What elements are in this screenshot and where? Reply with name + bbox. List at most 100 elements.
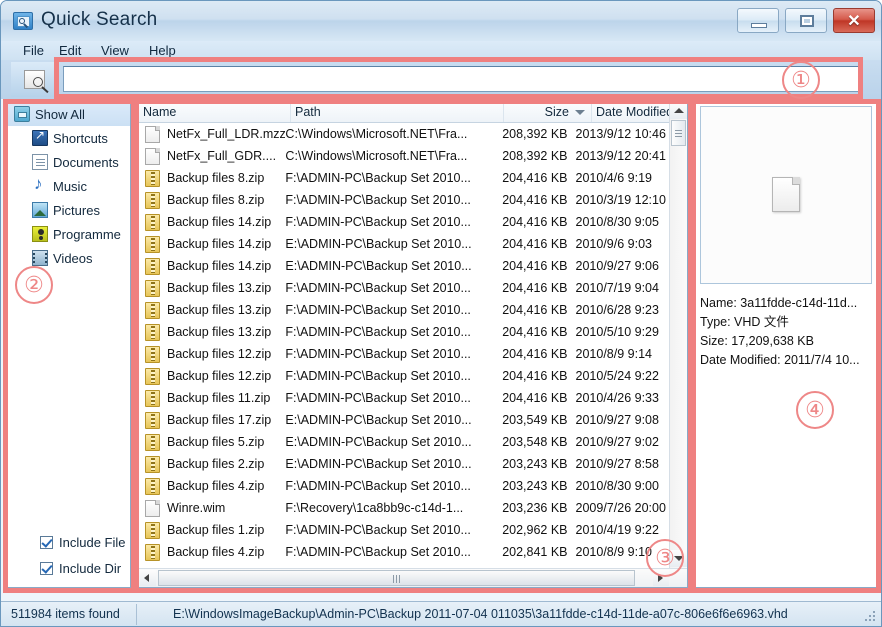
- preview-type: Type: VHD 文件: [700, 313, 874, 332]
- preview-info: Name: 3a11fdde-c14d-11d... Type: VHD 文件 …: [700, 294, 874, 370]
- menu-item-edit[interactable]: Edit: [59, 43, 81, 58]
- search-button[interactable]: [11, 62, 57, 97]
- menu-item-file[interactable]: File: [23, 43, 44, 58]
- zip-file-icon: [145, 412, 160, 429]
- cell-name: Backup files 5.zip: [139, 434, 285, 451]
- column-header-size[interactable]: Size: [504, 102, 592, 122]
- zip-file-icon: [145, 566, 160, 567]
- sidebar-item-programme[interactable]: Programme: [8, 222, 130, 246]
- table-row[interactable]: NetFx_Full_LDR.mzzC:\Windows\Microsoft.N…: [139, 123, 667, 145]
- cell-date-modified: 2010/4/26 9:33: [576, 391, 667, 405]
- file-name-text: Backup files 12.zip: [167, 369, 271, 383]
- table-row[interactable]: Winre.wimF:\Recovery\1ca8bb9c-c14d-1...2…: [139, 497, 667, 519]
- cell-size: 204,416 KB: [491, 347, 576, 361]
- table-row[interactable]: Backup files 8.zipF:\ADMIN-PC\Backup Set…: [139, 189, 667, 211]
- table-row[interactable]: NetFx_Full_GDR....C:\Windows\Microsoft.N…: [139, 145, 667, 167]
- zip-file-icon: [145, 302, 160, 319]
- include-dir-checkbox[interactable]: Include Dir: [8, 555, 130, 581]
- table-row[interactable]: Backup files 12.zipF:\ADMIN-PC\Backup Se…: [139, 343, 667, 365]
- cell-name: Backup files 8.zip: [139, 566, 285, 567]
- table-row[interactable]: Backup files 14.zipE:\ADMIN-PC\Backup Se…: [139, 233, 667, 255]
- cell-date-modified: 2013/9/12 10:46: [576, 127, 667, 141]
- cell-name: Backup files 13.zip: [139, 280, 285, 297]
- generic-file-icon: [145, 126, 160, 143]
- table-row[interactable]: Backup files 14.zip F:\ADMIN-PC\Backup Se…: [139, 211, 667, 233]
- cell-size: 203,243 KB: [491, 479, 576, 493]
- table-row[interactable]: Backup files 13.zip F:\ADMIN-PC\Backup Se…: [139, 299, 667, 321]
- scroll-right-button[interactable]: [653, 570, 669, 586]
- sidebar-item-videos[interactable]: Videos: [8, 246, 130, 270]
- cell-path: F:\ADMIN-PC\Backup Set 2010...: [285, 303, 490, 317]
- table-row[interactable]: Backup files 12.zipF:\ADMIN-PC\Backup Se…: [139, 365, 667, 387]
- column-header-name[interactable]: Name: [139, 102, 291, 122]
- scroll-down-button[interactable]: [670, 550, 687, 567]
- table-row[interactable]: Backup files 13.zipF:\ADMIN-PC\Backup Se…: [139, 277, 667, 299]
- sidebar-item-music[interactable]: Music: [8, 174, 130, 198]
- programme-icon: [32, 226, 48, 242]
- sidebar-item-documents[interactable]: Documents: [8, 150, 130, 174]
- minimize-button[interactable]: [737, 8, 779, 33]
- cell-name: Backup files 14.zip: [139, 214, 285, 231]
- menu-bar: File Edit View Help: [1, 41, 881, 60]
- zip-file-icon: [145, 368, 160, 385]
- video-icon: [32, 250, 48, 266]
- table-row[interactable]: Backup files 17.zipE:\ADMIN-PC\Backup Se…: [139, 409, 667, 431]
- table-row[interactable]: Backup files 5.zipE:\ADMIN-PC\Backup Set…: [139, 431, 667, 453]
- table-row[interactable]: Backup files 1.zipF:\ADMIN-PC\Backup Set…: [139, 519, 667, 541]
- zip-file-icon: [145, 324, 160, 341]
- cell-name: Backup files 8.zip: [139, 192, 285, 209]
- sidebar-item-label: Programme: [53, 227, 121, 242]
- cell-name: Winre.wim: [139, 500, 285, 517]
- cell-date-modified: 2010/8/9 9:10: [576, 545, 667, 559]
- table-row[interactable]: Backup files 4.zipF:\ADMIN-PC\Backup Set…: [139, 475, 667, 497]
- cell-size: 204,416 KB: [491, 281, 576, 295]
- horizontal-scroll-thumb[interactable]: [158, 570, 635, 586]
- include-file-checkbox[interactable]: Include File: [8, 529, 130, 555]
- include-options: Include File Include Dir: [8, 529, 130, 581]
- menu-item-help[interactable]: Help: [149, 43, 176, 58]
- list-vertical-scrollbar[interactable]: [669, 102, 687, 587]
- scroll-left-button[interactable]: [140, 570, 156, 586]
- results-rows[interactable]: NetFx_Full_LDR.mzzC:\Windows\Microsoft.N…: [139, 123, 667, 566]
- sidebar-item-label: Show All: [35, 107, 85, 122]
- chevron-down-icon: [674, 556, 684, 561]
- table-row[interactable]: Backup files 11.zipF:\ADMIN-PC\Backup Se…: [139, 387, 667, 409]
- vertical-scroll-thumb[interactable]: [671, 120, 686, 146]
- file-name-text: Backup files 13.zip: [167, 303, 271, 317]
- menu-item-view[interactable]: View: [101, 43, 129, 58]
- resize-grip-icon[interactable]: [865, 611, 877, 623]
- cell-path: F:\ADMIN-PC\Backup Set 2010...: [285, 215, 490, 229]
- table-row[interactable]: Backup files 4.zipF:\ADMIN-PC\Backup Set…: [139, 541, 667, 563]
- cell-date-modified: 2013/9/12 20:41: [576, 149, 667, 163]
- table-row[interactable]: Backup files 8.zipF:\ADMIN-PC\Backup Set…: [139, 167, 667, 189]
- sidebar-item-shortcuts[interactable]: Shortcuts: [8, 126, 130, 150]
- cell-date-modified: 2010/9/27 9:08: [576, 413, 667, 427]
- cell-size: 202,841 KB: [491, 545, 576, 559]
- cell-date-modified: 2010/5/24 9:22: [576, 369, 667, 383]
- file-name-text: Backup files 14.zip: [167, 215, 271, 229]
- table-row[interactable]: Backup files 2.zipE:\ADMIN-PC\Backup Set…: [139, 453, 667, 475]
- table-row[interactable]: Backup files 8.zipF:\ADMIN-PC\Backup Set…: [139, 563, 667, 566]
- table-row[interactable]: Backup files 13.zipF:\ADMIN-PC\Backup Se…: [139, 321, 667, 343]
- maximize-button[interactable]: [785, 8, 827, 33]
- sidebar-item-label: Music: [53, 179, 87, 194]
- file-name-text: Backup files 14.zip: [167, 237, 271, 251]
- sidebar-item-label: Videos: [53, 251, 93, 266]
- list-header: Name Path Size Date Modified: [139, 102, 687, 123]
- file-name-text: Backup files 1.zip: [167, 523, 264, 537]
- close-button[interactable]: ✕: [833, 8, 875, 33]
- cell-date-modified: 2010/9/6 9:03: [576, 237, 667, 251]
- picture-icon: [32, 202, 48, 218]
- column-header-path[interactable]: Path: [291, 102, 504, 122]
- cell-path: F:\ADMIN-PC\Backup Set 2010...: [285, 325, 490, 339]
- list-horizontal-scrollbar[interactable]: [139, 568, 688, 587]
- generic-file-icon: [145, 500, 160, 517]
- scroll-up-button[interactable]: [670, 102, 687, 119]
- sidebar-item-pictures[interactable]: Pictures: [8, 198, 130, 222]
- table-row[interactable]: Backup files 14.zipE:\ADMIN-PC\Backup Se…: [139, 255, 667, 277]
- search-input[interactable]: [63, 66, 863, 92]
- zip-file-icon: [145, 544, 160, 561]
- sidebar-item-show-all[interactable]: Show All: [8, 102, 130, 126]
- cell-size: 204,416 KB: [491, 259, 576, 273]
- cell-size: 203,236 KB: [491, 501, 576, 515]
